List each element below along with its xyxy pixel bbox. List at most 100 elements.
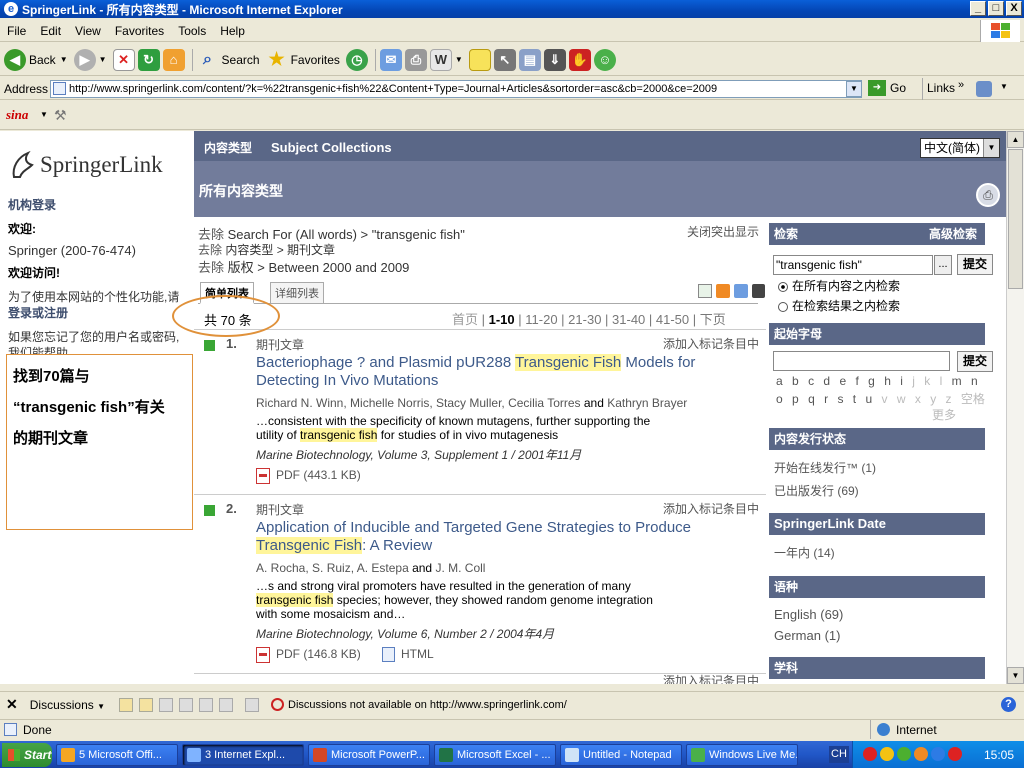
search-input[interactable]: "transgenic fish" — [773, 255, 933, 275]
scroll-thumb[interactable] — [1008, 149, 1023, 289]
task-ie[interactable]: 3 Internet Expl... — [182, 743, 304, 766]
filter-english[interactable]: English (69) — [774, 607, 843, 622]
add-icon[interactable] — [698, 284, 712, 298]
pager-next[interactable]: 下页 — [700, 312, 726, 327]
close-button[interactable]: X — [1006, 1, 1022, 16]
filter-online-first[interactable]: 开始在线发行™ (1) — [774, 459, 876, 476]
chevron-down-icon[interactable]: ▼ — [455, 55, 463, 64]
letter-link[interactable]: m — [952, 374, 965, 388]
start-button[interactable]: Start — [2, 742, 52, 767]
nav-subject-collections[interactable]: Subject Collections — [271, 140, 392, 155]
pager-41-50[interactable]: 41-50 — [656, 312, 689, 327]
menu-edit[interactable]: Edit — [33, 24, 68, 38]
address-dropdown-icon[interactable]: ▼ — [846, 81, 862, 97]
note-icon[interactable] — [468, 48, 491, 71]
search-scope-all[interactable]: 在所有内容之内检索 — [778, 277, 900, 294]
chevron-down-icon[interactable]: ▼ — [40, 110, 48, 119]
history-icon[interactable]: ◷ — [345, 48, 368, 71]
pdf-link[interactable]: PDF (146.8 KB) — [256, 647, 361, 663]
print-icon[interactable]: ⎙ — [976, 183, 1000, 207]
task-office[interactable]: 5 Microsoft Offi... — [56, 743, 178, 766]
html-link[interactable]: HTML — [382, 647, 434, 663]
extension-icon[interactable] — [976, 81, 992, 97]
result-journal[interactable]: Marine Biotechnology, Volume 3, Suppleme… — [256, 446, 581, 463]
sina-logo[interactable]: sina — [6, 107, 28, 123]
links-button[interactable]: Links — [927, 81, 955, 95]
filter-within-year[interactable]: 一年内 (14) — [774, 544, 835, 561]
add-to-marked-link[interactable]: 添加入标记条目中 — [663, 500, 759, 517]
letter-link[interactable]: i — [900, 374, 906, 388]
search-submit-button[interactable]: 提交 — [957, 254, 993, 275]
result-title-link[interactable]: Bacteriophage ? and Plasmid pUR288 Trans… — [256, 354, 761, 390]
pdf-link[interactable]: PDF (443.1 KB) — [256, 468, 361, 484]
menu-file[interactable]: File — [0, 24, 33, 38]
refresh-icon[interactable]: ↻ — [137, 48, 160, 71]
cursor-tool-icon[interactable]: ↖ — [493, 48, 516, 71]
home-icon[interactable]: ⌂ — [162, 48, 185, 71]
letter-link[interactable]: t — [853, 392, 859, 406]
letter-link[interactable]: b — [792, 374, 802, 388]
pager-31-40[interactable]: 31-40 — [612, 312, 645, 327]
filter-published[interactable]: 已出版发行 (69) — [774, 482, 859, 499]
letter-link[interactable]: d — [823, 374, 833, 388]
favorites-button[interactable]: ★ Favorites — [266, 49, 339, 71]
tab-detailed-list[interactable]: 详细列表 — [270, 282, 324, 304]
letter-link[interactable]: s — [837, 392, 846, 406]
tray-icons[interactable] — [863, 747, 962, 761]
chevron-down-icon[interactable]: ▼ — [1000, 82, 1008, 91]
letter-link[interactable]: c — [808, 374, 817, 388]
letter-link[interactable]: q — [808, 392, 818, 406]
back-button[interactable]: ◀ Back ▼ — [4, 48, 68, 71]
hand-icon[interactable]: ✋ — [568, 48, 591, 71]
letter-link[interactable]: p — [792, 392, 802, 406]
result-journal[interactable]: Marine Biotechnology, Volume 6, Number 2… — [256, 625, 554, 642]
letter-link[interactable]: u — [865, 392, 875, 406]
scanner-icon[interactable]: ▤ — [518, 48, 541, 71]
menu-tools[interactable]: Tools — [171, 24, 213, 38]
search-button[interactable]: ⌕ Search — [197, 49, 260, 71]
task-messenger[interactable]: Windows Live Me... — [686, 743, 798, 766]
task-excel[interactable]: Microsoft Excel - ... — [434, 743, 556, 766]
discussion-tools-icon[interactable] — [119, 697, 260, 712]
login-register-link[interactable]: 登录或注册 — [8, 304, 68, 321]
discussions-menu[interactable]: Discussions ▼ — [30, 698, 105, 712]
tools-icon[interactable]: ⚒ — [54, 107, 67, 124]
close-highlight-link[interactable]: 关闭突出显示 — [687, 223, 759, 240]
letter-link[interactable]: n — [971, 374, 981, 388]
institution-login-link[interactable]: 机构登录 — [8, 196, 56, 213]
menu-favorites[interactable]: Favorites — [108, 24, 171, 38]
letter-input[interactable] — [773, 351, 950, 371]
add-to-marked-link[interactable]: 添加入标记条目中 — [663, 335, 759, 352]
menu-help[interactable]: Help — [213, 24, 252, 38]
search-more-button[interactable]: ... — [934, 255, 952, 275]
letter-link[interactable]: h — [884, 374, 894, 388]
go-button[interactable]: ➜ Go — [868, 80, 906, 96]
input-language-indicator[interactable]: CH — [829, 746, 849, 763]
help-icon[interactable]: ? — [1001, 697, 1016, 712]
window-titlebar[interactable]: e SpringerLink - 所有内容类型 - Microsoft Inte… — [0, 0, 1024, 18]
springerlink-logo[interactable]: SpringerLink — [10, 149, 163, 181]
filter-remove-link[interactable]: 去除 — [198, 227, 224, 242]
close-icon[interactable]: ✕ — [6, 696, 18, 713]
letter-link[interactable]: o — [776, 392, 786, 406]
address-input[interactable]: http://www.springerlink.com/content/?k=%… — [50, 80, 862, 98]
download-icon[interactable]: ⇓ — [543, 48, 566, 71]
filter-remove-link[interactable]: 去除 — [198, 243, 222, 257]
save-icon[interactable] — [752, 284, 765, 298]
stop-icon[interactable]: ✕ — [112, 48, 135, 71]
letter-link[interactable]: f — [855, 374, 861, 388]
filter-german[interactable]: German (1) — [774, 628, 840, 643]
menu-view[interactable]: View — [68, 24, 108, 38]
pager-11-20[interactable]: 11-20 — [525, 312, 557, 327]
letter-link[interactable]: r — [824, 392, 831, 406]
task-powerpoint[interactable]: Microsoft PowerP... — [308, 743, 430, 766]
scroll-up-icon[interactable]: ▲ — [1007, 131, 1024, 148]
messenger-icon[interactable]: ☺ — [593, 48, 616, 71]
edit-icon[interactable]: W — [429, 48, 452, 71]
minimize-button[interactable]: _ — [970, 1, 986, 16]
search-scope-results[interactable]: 在检索结果之内检索 — [778, 297, 900, 314]
pager-21-30[interactable]: 21-30 — [568, 312, 601, 327]
maximize-button[interactable]: □ — [988, 1, 1004, 16]
nav-content-types[interactable]: 内容类型 — [204, 139, 252, 156]
scroll-down-icon[interactable]: ▼ — [1007, 667, 1024, 684]
